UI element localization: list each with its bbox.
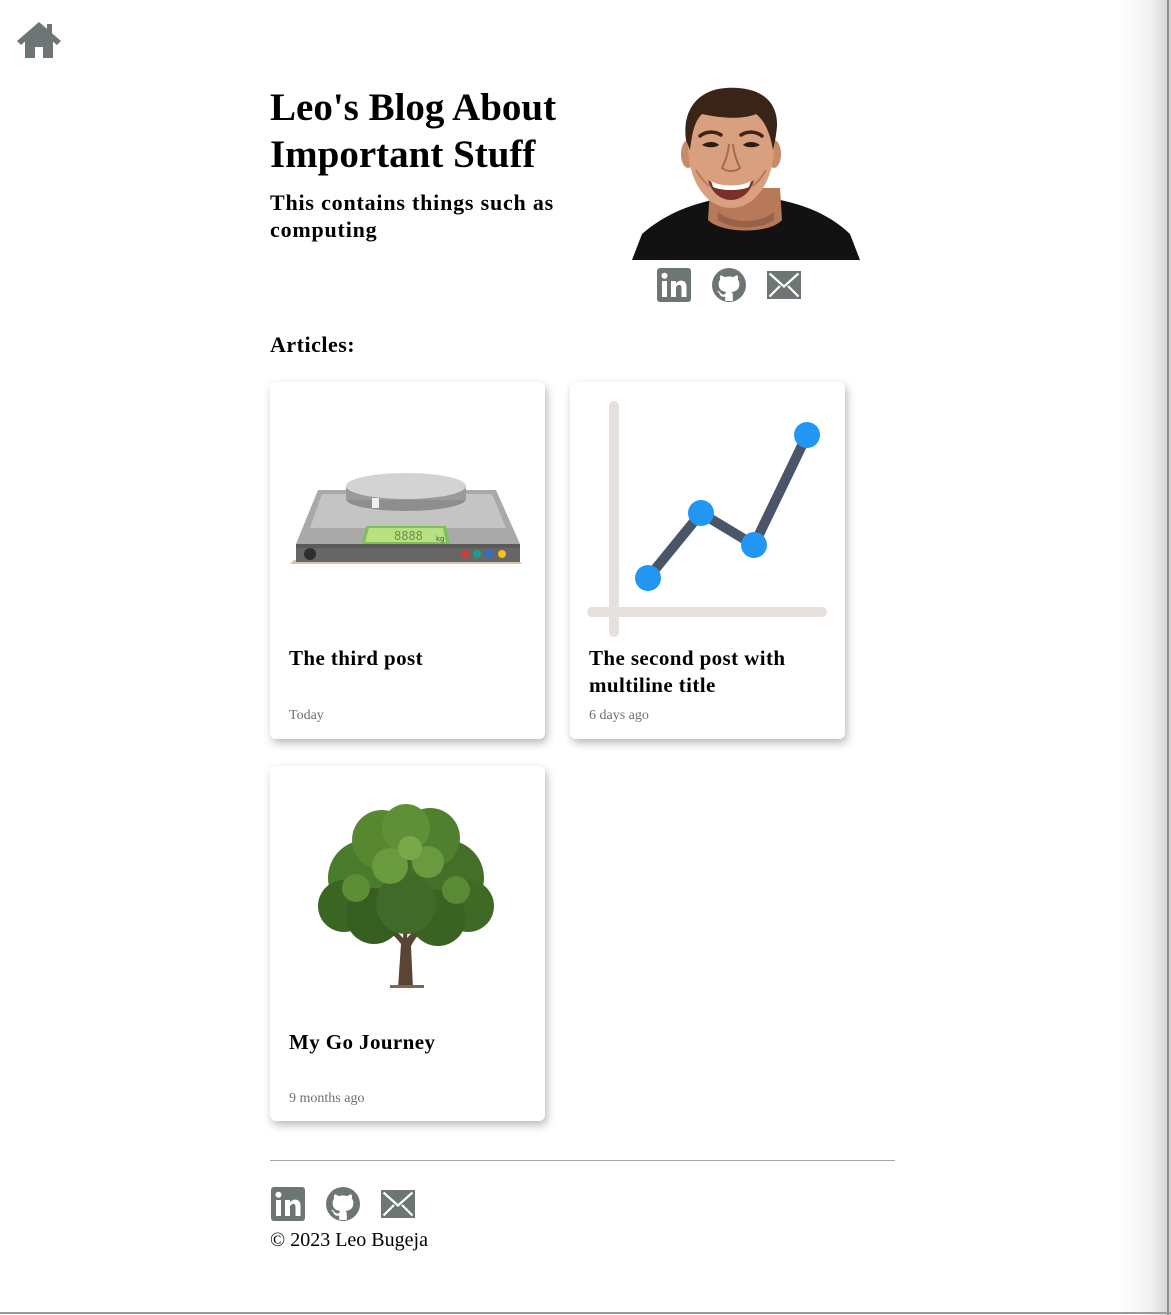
article-title[interactable]: My Go Journey <box>289 1029 534 1056</box>
linkedin-icon[interactable] <box>657 268 691 302</box>
social-links-footer <box>271 1187 415 1221</box>
email-icon[interactable] <box>767 268 801 302</box>
window-edge <box>1167 0 1169 1315</box>
email-icon[interactable] <box>381 1187 415 1221</box>
social-links-header <box>657 268 801 302</box>
profile-photo <box>632 84 860 260</box>
scale-image: 8888 kg <box>270 382 545 642</box>
window-shadow <box>1118 0 1171 1315</box>
page-subtitle: This contains things such as computing <box>270 190 555 242</box>
article-title[interactable]: The second post with multiline title <box>589 645 834 699</box>
linkedin-icon[interactable] <box>271 1187 305 1221</box>
svg-text:8888: 8888 <box>394 529 423 543</box>
article-title[interactable]: The third post <box>289 645 534 672</box>
github-icon[interactable] <box>326 1187 360 1221</box>
tree-image <box>270 766 545 1026</box>
copyright-text: © 2023 Leo Bugeja <box>270 1229 428 1251</box>
line-chart-image <box>570 382 845 642</box>
articles-heading: Articles: <box>270 332 356 357</box>
article-card[interactable]: 8888 kg The third post Today <box>270 382 545 739</box>
article-card[interactable]: My Go Journey 9 months ago <box>270 766 545 1121</box>
footer-divider <box>270 1160 895 1161</box>
article-date: Today <box>289 708 324 723</box>
article-card[interactable]: The second post with multiline title 6 d… <box>570 382 845 739</box>
svg-text:kg: kg <box>436 535 445 543</box>
window-bottom-edge <box>0 1312 1171 1314</box>
article-date: 6 days ago <box>589 708 649 723</box>
home-icon[interactable] <box>16 20 62 60</box>
page-title: Leo's Blog About Important Stuff <box>270 86 557 176</box>
github-icon[interactable] <box>712 268 746 302</box>
article-date: 9 months ago <box>289 1091 365 1106</box>
